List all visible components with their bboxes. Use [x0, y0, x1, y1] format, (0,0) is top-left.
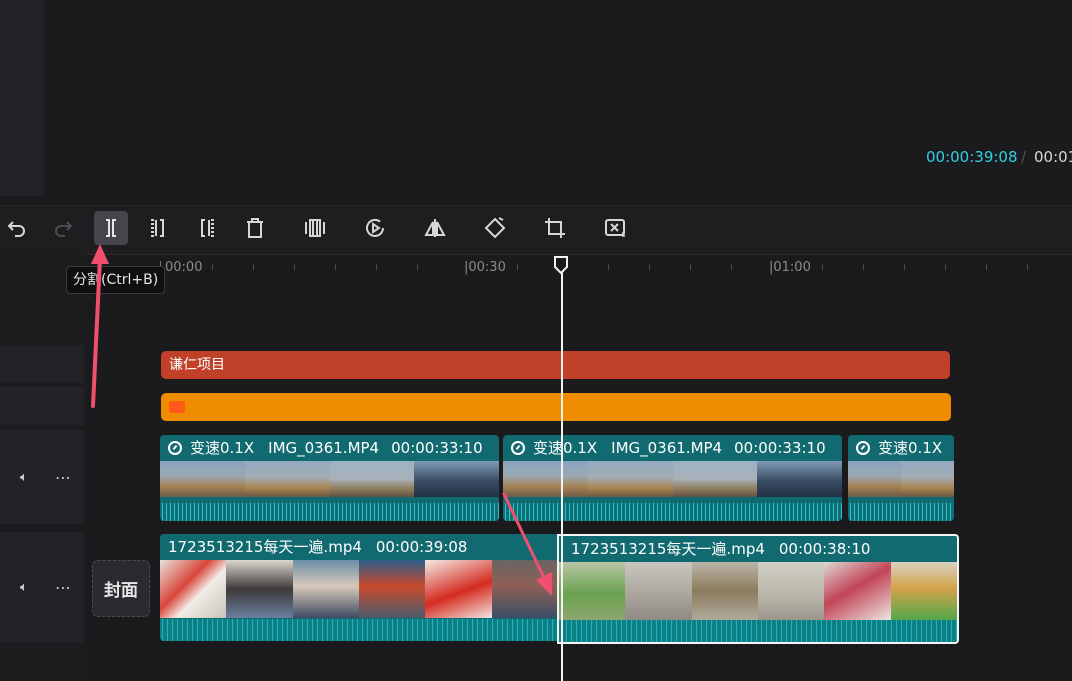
- ruler-label: |00:30: [464, 260, 506, 275]
- current-time: 00:00:39:08: [926, 148, 1018, 166]
- ruler-tick: [417, 264, 418, 270]
- split-left-button[interactable]: [142, 211, 176, 245]
- clip-header: 变速0.1X IMG_0361.MP4 00:00:33:10: [160, 435, 499, 461]
- ruler-tick: [608, 264, 609, 270]
- ruler-tick: [690, 264, 691, 270]
- text-clip-label: 谦仁项目: [169, 357, 225, 373]
- cover-button[interactable]: 封面: [92, 560, 150, 617]
- ruler-tick: [253, 264, 254, 270]
- ruler-label: 00:00: [165, 260, 203, 275]
- ruler-tick: [1027, 264, 1028, 270]
- volume-icon[interactable]: 🔈︎: [20, 580, 28, 595]
- ruler-tick: [945, 264, 946, 270]
- smart-cut-button[interactable]: [598, 211, 632, 245]
- more-options-icon[interactable]: ⋯: [55, 468, 71, 487]
- audio-waveform: [848, 503, 954, 521]
- text-track-header: [0, 345, 84, 383]
- thumbnail-strip: [848, 461, 954, 497]
- ruler-tick: [335, 264, 336, 270]
- main-video-clip-selected[interactable]: 1723513215每天一遍.mp4 00:00:38:10: [557, 534, 959, 644]
- undo-button[interactable]: [0, 211, 34, 245]
- clip-duration: 00:00:39:08: [375, 538, 468, 556]
- freeze-frame-icon: [305, 219, 325, 237]
- ruler-tick: [731, 264, 732, 270]
- annotation-arrow: [502, 492, 552, 596]
- rotate-icon: [484, 217, 506, 239]
- ruler-tick: [294, 264, 295, 270]
- reverse-icon: [366, 218, 384, 237]
- video-clip[interactable]: 变速0.1X: [848, 435, 954, 521]
- cover-label: 封面: [104, 581, 138, 601]
- player-panel: [914, 0, 1072, 196]
- clip-name: IMG_0361.MP4: [611, 439, 723, 457]
- mirror-icon: [424, 219, 446, 237]
- clip-speed: 变速0.1X: [878, 439, 943, 457]
- crop-button[interactable]: [538, 211, 572, 245]
- smart-cut-icon: [605, 219, 625, 237]
- ruler-tick: [986, 264, 987, 270]
- undo-icon: [7, 221, 25, 237]
- split-right-icon: [201, 219, 214, 237]
- ruler-tick: [863, 264, 864, 270]
- split-icon: [106, 219, 116, 237]
- clip-speed: 变速0.1X: [533, 439, 598, 457]
- preview-player[interactable]: [46, 0, 904, 196]
- reverse-button[interactable]: [358, 211, 392, 245]
- clip-duration: 00:00:33:10: [391, 439, 483, 457]
- folder-icon: [169, 401, 185, 413]
- media-sidebar: [0, 0, 44, 196]
- clip-header: 变速0.1X: [848, 435, 954, 461]
- split-right-button[interactable]: [189, 211, 223, 245]
- clip-header: 1723513215每天一遍.mp4 00:00:38:10: [559, 536, 957, 562]
- speed-icon: [511, 441, 525, 455]
- clip-header: 变速0.1X IMG_0361.MP4 00:00:33:10: [503, 435, 842, 461]
- ruler-tick: [649, 264, 650, 270]
- delete-button[interactable]: [238, 211, 272, 245]
- mirror-button[interactable]: [418, 211, 452, 245]
- clip-name: IMG_0361.MP4: [268, 439, 380, 457]
- clip-duration: 00:00:33:10: [734, 439, 826, 457]
- video-clip[interactable]: 变速0.1X IMG_0361.MP4 00:00:33:10: [160, 435, 499, 521]
- clip-name: 1723513215每天一遍.mp4: [168, 538, 362, 556]
- clip-speed: 变速0.1X: [190, 439, 255, 457]
- audio-waveform: [160, 619, 558, 641]
- audio-waveform: [160, 503, 499, 521]
- crop-icon: [545, 218, 565, 238]
- redo-icon: [55, 221, 73, 237]
- rotate-button[interactable]: [478, 211, 512, 245]
- text-clip[interactable]: 谦仁项目: [161, 351, 950, 379]
- thumbnail-strip: [559, 562, 957, 620]
- split-tooltip: 分割(Ctrl+B): [66, 266, 166, 294]
- ruler-tick: [376, 264, 377, 270]
- volume-icon[interactable]: 🔈︎: [20, 470, 28, 485]
- playhead-handle[interactable]: [554, 256, 568, 274]
- ruler-tick: [517, 264, 518, 270]
- folder-clip[interactable]: [161, 393, 951, 421]
- ruler-label: |01:00: [769, 260, 811, 275]
- time-separator: /: [1021, 148, 1027, 166]
- clip-name: 1723513215每天一遍.mp4: [571, 540, 765, 558]
- total-time: 00:01: [1034, 148, 1072, 166]
- ruler-tick: [822, 264, 823, 270]
- speed-icon: [168, 441, 182, 455]
- freeze-frame-button[interactable]: [298, 211, 332, 245]
- ruler-tick: [904, 264, 905, 270]
- annotation-arrow: [91, 244, 109, 408]
- audio-waveform: [559, 620, 957, 642]
- effect-track-header: [0, 387, 84, 425]
- video-track-header: [0, 430, 84, 524]
- timeline-ruler[interactable]: [160, 254, 1072, 282]
- playhead-line[interactable]: [561, 262, 563, 681]
- delete-icon: [247, 218, 263, 238]
- clip-duration: 00:00:38:10: [778, 540, 871, 558]
- ruler-tick: [212, 264, 213, 270]
- speed-icon: [856, 441, 870, 455]
- redo-button[interactable]: [46, 211, 80, 245]
- thumbnail-strip: [160, 461, 499, 497]
- more-options-icon[interactable]: ⋯: [55, 578, 71, 597]
- split-left-icon: [151, 219, 164, 237]
- main-track-header: [0, 532, 84, 642]
